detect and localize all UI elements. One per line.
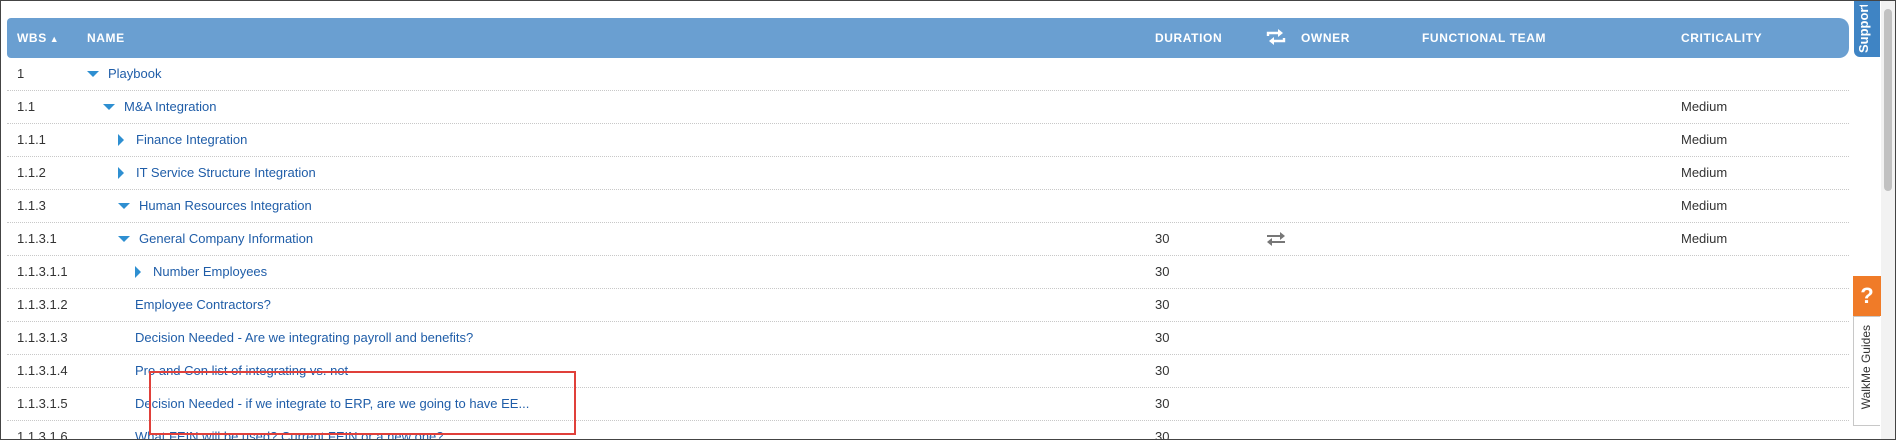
wbs-cell: 1.1.3.1.5 — [17, 396, 68, 411]
criticality-cell[interactable]: Medium — [1681, 223, 1727, 255]
task-name-link[interactable]: Finance Integration — [136, 132, 247, 147]
criticality-cell[interactable]: Medium — [1681, 157, 1727, 189]
criticality-cell[interactable]: Medium — [1681, 124, 1727, 156]
scrollbar-thumb[interactable] — [1884, 9, 1892, 191]
table-row[interactable]: 1.1 M&A Integration Medium — [7, 91, 1849, 124]
app-frame: WBS ▲ NAME DURATION OWNER FUNCTIONAL TEAM… — [0, 0, 1896, 440]
support-tab-label: Support — [1856, 5, 1871, 53]
criticality-cell[interactable]: Medium — [1681, 190, 1727, 222]
task-name-link[interactable]: Playbook — [108, 66, 161, 81]
wbs-cell: 1.1.1 — [17, 132, 46, 147]
walkme-guides-label: WalkMe Guides — [1859, 325, 1873, 410]
column-header-criticality[interactable]: CRITICALITY — [1681, 31, 1762, 45]
expand-caret-icon[interactable] — [135, 265, 141, 278]
duration-cell[interactable]: 30 — [1155, 322, 1169, 354]
swap-icon[interactable] — [1264, 27, 1288, 47]
wbs-cell: 1.1 — [17, 99, 36, 114]
expand-caret-icon[interactable] — [118, 166, 124, 179]
table-row[interactable]: 1.1.3.1.3 Decision Needed - Are we integr… — [7, 322, 1849, 355]
duration-cell[interactable]: 30 — [1155, 256, 1169, 288]
table-row[interactable]: 1.1.3 Human Resources Integration Medium — [7, 190, 1849, 223]
name-cell: IT Service Structure Integration — [118, 157, 316, 189]
wbs-cell: 1.1.3.1.1 — [17, 264, 68, 279]
wbs-cell: 1.1.2 — [17, 165, 46, 180]
wbs-cell: 1.1.3.1 — [17, 231, 57, 246]
collapse-caret-icon[interactable] — [87, 70, 99, 77]
task-name-link[interactable]: Employee Contractors? — [135, 297, 271, 312]
name-cell: M&A Integration — [103, 91, 217, 123]
duration-cell[interactable]: 30 — [1155, 223, 1169, 255]
column-header-duration[interactable]: DURATION — [1155, 31, 1222, 45]
column-header-functional-team[interactable]: FUNCTIONAL TEAM — [1422, 31, 1546, 45]
highlight-box — [149, 371, 576, 435]
table-row[interactable]: 1.1.1 Finance Integration Medium — [7, 124, 1849, 157]
wbs-cell: 1.1.3.1.4 — [17, 363, 68, 378]
swap-icon[interactable] — [1265, 231, 1287, 247]
collapse-caret-icon[interactable] — [118, 202, 130, 209]
name-cell: Decision Needed - Are we integrating pay… — [135, 322, 473, 354]
task-name-link[interactable]: Decision Needed - Are we integrating pay… — [135, 330, 473, 345]
wbs-cell: 1 — [17, 66, 25, 81]
grid-header: WBS ▲ NAME DURATION OWNER FUNCTIONAL TEAM… — [7, 18, 1849, 58]
expand-caret-icon[interactable] — [118, 133, 124, 146]
task-name-link[interactable]: M&A Integration — [124, 99, 217, 114]
table-row[interactable]: 1.1.3.1.2 Employee Contractors? 30 — [7, 289, 1849, 322]
name-cell: Playbook — [87, 58, 161, 90]
name-cell: Number Employees — [135, 256, 267, 288]
walkme-guides-tab[interactable]: WalkMe Guides — [1853, 316, 1880, 426]
duration-cell[interactable]: 30 — [1155, 388, 1169, 420]
task-name-link[interactable]: IT Service Structure Integration — [136, 165, 316, 180]
sort-ascending-icon[interactable]: ▲ — [50, 34, 60, 44]
name-cell: Finance Integration — [118, 124, 247, 156]
column-header-name[interactable]: NAME — [87, 31, 125, 45]
wbs-cell: 1.1.3.1.3 — [17, 330, 68, 345]
name-cell: Human Resources Integration — [118, 190, 312, 222]
task-name-link[interactable]: General Company Information — [139, 231, 313, 246]
name-cell: Employee Contractors? — [135, 289, 271, 321]
name-cell: General Company Information — [118, 223, 313, 255]
table-row[interactable]: 1.1.3.1 General Company Information 30 Medi… — [7, 223, 1849, 256]
duration-cell[interactable]: 30 — [1155, 421, 1169, 439]
column-header-owner[interactable]: OWNER — [1301, 31, 1350, 45]
column-header-wbs[interactable]: WBS ▲ — [17, 31, 59, 45]
collapse-caret-icon[interactable] — [103, 103, 115, 110]
duration-cell[interactable]: 30 — [1155, 289, 1169, 321]
column-header-wbs-label: WBS — [17, 31, 47, 45]
wbs-cell: 1.1.3.1.2 — [17, 297, 68, 312]
wbs-cell: 1.1.3 — [17, 198, 46, 213]
duration-cell[interactable]: 30 — [1155, 355, 1169, 387]
table-row[interactable]: 1.1.2 IT Service Structure Integration Med… — [7, 157, 1849, 190]
help-icon[interactable]: ? — [1853, 276, 1881, 316]
collapse-caret-icon[interactable] — [118, 235, 130, 242]
task-name-link[interactable]: Number Employees — [153, 264, 267, 279]
task-name-link[interactable]: Human Resources Integration — [139, 198, 312, 213]
wbs-cell: 1.1.3.1.6 — [17, 429, 68, 440]
table-row[interactable]: 1.1.3.1.1 Number Employees 30 — [7, 256, 1849, 289]
support-tab[interactable]: Support — [1854, 1, 1880, 57]
criticality-cell[interactable]: Medium — [1681, 91, 1727, 123]
table-row[interactable]: 1 Playbook — [7, 58, 1849, 91]
